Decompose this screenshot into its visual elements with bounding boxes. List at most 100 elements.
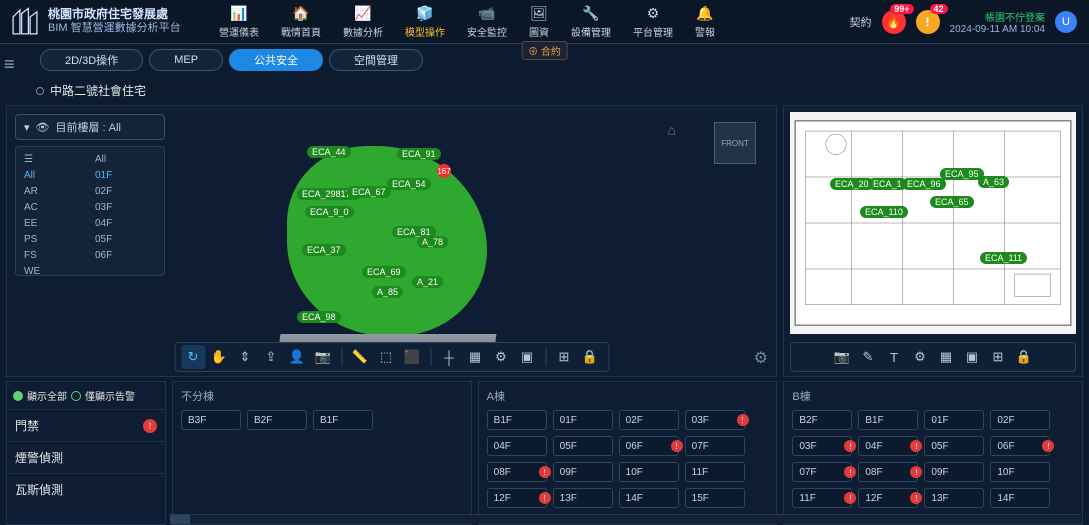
eca-tag[interactable]: A_21 (412, 276, 443, 288)
alert-marker[interactable]: 167 (437, 164, 451, 178)
floor-button[interactable]: B1F (487, 410, 547, 430)
eca-tag[interactable]: A_85 (372, 286, 403, 298)
toolbar-button[interactable]: ✋ (207, 345, 231, 369)
nav-item-8[interactable]: 🔔警報 (691, 3, 719, 41)
view-cube[interactable]: FRONT (714, 122, 756, 164)
model-canvas[interactable]: ⌂ FRONT ECA_44ECA_91ECA_54ECA_298177ECA_… (187, 116, 766, 340)
plan-toolbar-button[interactable]: 🔒 (1012, 345, 1036, 369)
bottom-scrollbar[interactable] (170, 514, 1081, 524)
toolbar-button[interactable]: ▦ (463, 345, 487, 369)
eca-tag[interactable]: ECA_91 (397, 148, 441, 160)
plan-toolbar-button[interactable]: ▦ (934, 345, 958, 369)
radio-show-alarm[interactable] (71, 391, 81, 401)
floor-button[interactable]: 03F! (685, 410, 745, 430)
floor-button[interactable]: 12F! (858, 488, 918, 508)
toolbar-button[interactable]: ⬚ (374, 345, 398, 369)
floor-button[interactable]: B2F (792, 410, 852, 430)
eca-tag[interactable]: ECA_98 (297, 311, 341, 323)
plan-toolbar-button[interactable]: 📷 (830, 345, 854, 369)
plan-eca-tag[interactable]: ECA_111 (980, 252, 1027, 264)
floor-button[interactable]: 09F (924, 462, 984, 482)
tab-3[interactable]: 空間管理 (329, 49, 423, 71)
floor-button[interactable]: 14F (619, 488, 679, 508)
floor-button[interactable]: B1F (313, 410, 373, 430)
plan-toolbar-button[interactable]: T (882, 345, 906, 369)
floor-filter-item[interactable]: 05F (93, 233, 158, 246)
subnav-badge[interactable]: ⊕ 合約 (521, 41, 568, 60)
nav-item-3[interactable]: 🧊模型操作 (401, 3, 449, 41)
alarm-type-row[interactable]: 煙警偵測 (7, 441, 165, 473)
toolbar-button[interactable]: 👤 (285, 345, 309, 369)
plan-toolbar-button[interactable]: ✎ (856, 345, 880, 369)
floor-button[interactable]: 11F (685, 462, 745, 482)
eca-tag[interactable]: A_78 (417, 236, 448, 248)
floor-filter-item[interactable]: ☰ (22, 153, 87, 166)
nav-item-2[interactable]: 📈數據分析 (339, 3, 387, 41)
plan-toolbar-button[interactable]: ▣ (960, 345, 984, 369)
floor-button[interactable]: 02F (619, 410, 679, 430)
alarm-type-row[interactable]: 瓦斯偵測 (7, 473, 165, 505)
plan-eca-tag[interactable]: A_63 (978, 176, 1009, 188)
gear-icon[interactable]: ⚙ (754, 348, 768, 368)
floor-filter-item[interactable]: 04F (93, 217, 158, 230)
floor-button[interactable]: B1F (858, 410, 918, 430)
plan-eca-tag[interactable]: ECA_95 (940, 168, 984, 180)
eca-tag[interactable]: ECA_54 (387, 178, 431, 190)
nav-item-5[interactable]: 🖼圖資 (525, 3, 553, 41)
floor-button[interactable]: 04F (487, 436, 547, 456)
toolbar-button[interactable]: ⚙ (489, 345, 513, 369)
plan-eca-tag[interactable]: ECA_110 (860, 206, 908, 218)
floor-button[interactable]: 10F (619, 462, 679, 482)
floor-button[interactable]: 01F (924, 410, 984, 430)
floor-button[interactable]: B2F (247, 410, 307, 430)
tab-2[interactable]: 公共安全 (229, 49, 323, 71)
eca-tag[interactable]: ECA_37 (302, 244, 346, 256)
toolbar-button[interactable]: 📏 (348, 345, 372, 369)
nav-item-0[interactable]: 📊營運儀表 (215, 3, 263, 41)
user-avatar[interactable]: U (1055, 11, 1077, 33)
floor-button[interactable]: 07F! (792, 462, 852, 482)
floor-button[interactable]: 04F! (858, 436, 918, 456)
floor-button[interactable]: 05F (553, 436, 613, 456)
tab-1[interactable]: MEP (149, 49, 223, 71)
tab-0[interactable]: 2D/3D操作 (40, 49, 143, 71)
floor-filter-item[interactable]: 06F (93, 249, 158, 262)
floor-filter-item[interactable]: 01F (93, 169, 158, 182)
plan-toolbar-button[interactable]: ⚙ (908, 345, 932, 369)
floor-button[interactable]: 08F! (487, 462, 547, 482)
plan-canvas[interactable]: ECA_20ECA_1ECA_96ECA_95A_63ECA_65ECA_110… (790, 112, 1076, 334)
radio-show-all[interactable] (13, 391, 23, 401)
nav-item-4[interactable]: 📹安全監控 (463, 3, 511, 41)
floor-button[interactable]: 09F (553, 462, 613, 482)
eca-tag[interactable]: ECA_44 (307, 146, 351, 158)
floor-button[interactable]: 06F! (619, 436, 679, 456)
toolbar-button[interactable]: ↻ (181, 345, 205, 369)
eca-tag[interactable]: ECA_69 (362, 266, 406, 278)
alert-fire-icon[interactable]: 🔥99+ (882, 10, 906, 34)
toolbar-button[interactable]: ⬛ (400, 345, 424, 369)
floor-filter-item[interactable]: 03F (93, 201, 158, 214)
alarm-type-row[interactable]: 門禁! (7, 409, 165, 441)
floor-filter-item[interactable]: WE (22, 265, 87, 278)
plan-eca-tag[interactable]: ECA_65 (930, 196, 974, 208)
floor-button[interactable]: 10F (990, 462, 1050, 482)
toolbar-button[interactable]: 🔒 (578, 345, 602, 369)
floor-button[interactable]: 13F (924, 488, 984, 508)
floor-filter-item[interactable]: PS (22, 233, 87, 246)
nav-item-6[interactable]: 🔧設備管理 (567, 3, 615, 41)
plan-eca-tag[interactable]: ECA_20 (830, 178, 874, 190)
floor-filter-item[interactable]: AR (22, 185, 87, 198)
floor-button[interactable]: B3F (181, 410, 241, 430)
eca-tag[interactable]: ECA_67 (347, 186, 391, 198)
floor-filter-item[interactable]: AC (22, 201, 87, 214)
floor-button[interactable]: 15F (685, 488, 745, 508)
scrollbar-thumb[interactable] (170, 515, 190, 524)
contract-label[interactable]: 契約 (850, 14, 872, 30)
nav-item-7[interactable]: ⚙平台管理 (629, 3, 677, 41)
floor-button[interactable]: 11F! (792, 488, 852, 508)
toolbar-button[interactable]: ⇕ (233, 345, 257, 369)
eca-tag[interactable]: ECA_9_0 (305, 206, 354, 218)
nav-item-1[interactable]: 🏠戰情首頁 (277, 3, 325, 41)
floor-button[interactable]: 01F (553, 410, 613, 430)
toolbar-button[interactable]: ⊞ (552, 345, 576, 369)
